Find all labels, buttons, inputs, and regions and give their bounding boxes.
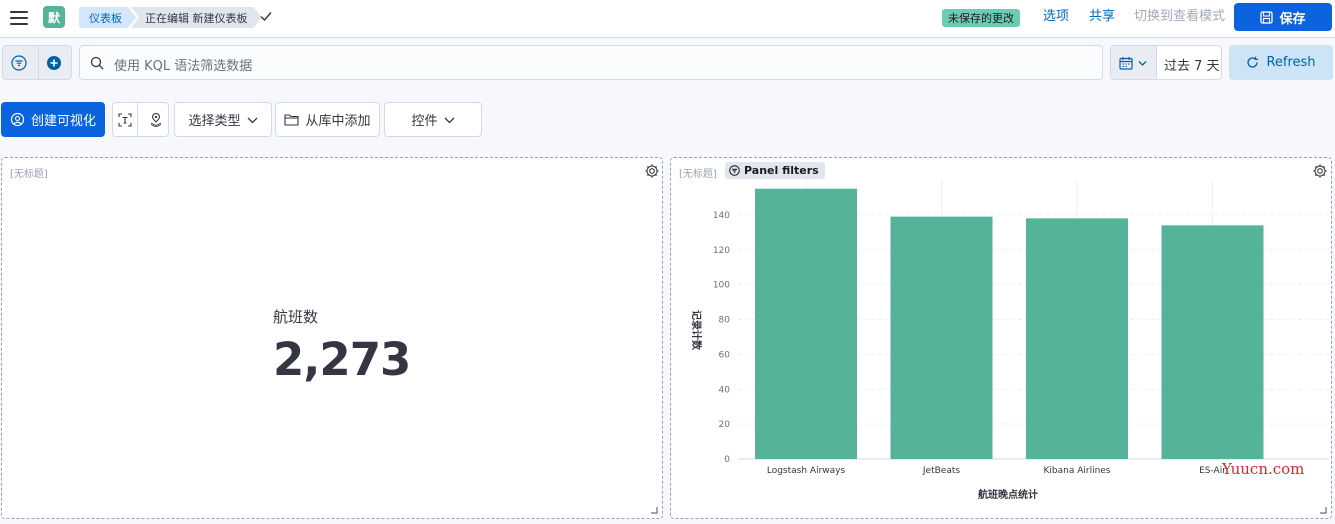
resize-handle[interactable] [650,506,658,514]
search-input[interactable]: 使用 KQL 语法筛选数据 [79,45,1103,80]
save-button-label: 保存 [1279,11,1306,27]
controls-button[interactable]: 控件 [384,102,482,137]
panel-filters-badge[interactable]: Panel filters [725,162,825,179]
calendar-icon [1119,57,1133,70]
chevron-down-icon [444,117,454,123]
select-type-button[interactable]: 选择类型 [174,102,272,137]
chevron-down-icon [1138,61,1147,66]
y-tick-label: 40 [719,385,731,395]
check-icon[interactable] [259,9,273,23]
create-visualization-label: 创建可视化 [30,114,96,129]
divider [38,46,39,79]
quick-add-group [112,102,169,137]
menu-icon[interactable] [10,9,28,27]
refresh-label: Refresh [1266,55,1316,70]
map-pin-icon [150,112,161,127]
add-from-library-button[interactable]: 从库中添加 [275,102,380,137]
refresh-icon [1247,56,1259,68]
panel-title: [无标题] [10,169,48,180]
add-from-library-label: 从库中添加 [305,114,371,129]
space-avatar[interactable]: 默 [43,6,65,28]
chevron-down-icon [247,117,257,123]
folder-icon [284,114,300,126]
filter-menu-icon[interactable] [11,55,27,71]
resize-handle[interactable] [1319,506,1327,514]
select-type-label: 选择类型 [188,114,241,129]
y-axis-title: 记录计数 [690,310,703,351]
bar [1161,225,1264,459]
x-tick-label: JetBeats [922,466,960,476]
search-placeholder: 使用 KQL 语法筛选数据 [114,59,253,74]
add-map-button[interactable] [144,103,168,136]
gear-icon[interactable] [644,163,660,179]
y-tick-label: 80 [719,316,731,326]
date-picker[interactable]: 过去 7 天 [1110,45,1222,80]
unsaved-changes-badge: 未保存的更改 [942,9,1020,27]
y-tick-label: 0 [724,455,730,465]
breadcrumb-dashboards[interactable]: 仪表板 [79,7,136,28]
save-icon [1260,10,1274,24]
metric-label: 航班数 [273,308,319,326]
chart-bars [755,188,1264,459]
metric-panel: [无标题] 航班数 2,273 [1,157,663,519]
controls-label: 控件 [411,114,438,129]
create-visualization-button[interactable]: 创建可视化 [1,102,105,137]
panel-filters-label: Panel filters [744,164,819,177]
x-tick-label: Kibana Airlines [1044,466,1111,476]
switch-view-mode-link[interactable]: 切换到查看模式 [1134,8,1225,26]
x-tick-label: Logstash Airways [767,466,846,476]
y-tick-label: 20 [719,420,731,430]
filter-button-group [2,45,72,80]
bar [755,188,857,459]
bar [890,216,993,459]
lens-icon [10,112,25,127]
quick-menu-button[interactable] [1111,46,1157,79]
metric-value: 2,273 [273,333,411,386]
y-tick-label: 140 [713,211,730,221]
options-link[interactable]: 选项 [1043,8,1069,26]
search-icon [90,56,104,70]
add-text-button[interactable] [113,103,138,136]
panel-title: [无标题] [679,169,717,180]
x-axis-title: 航班晚点统计 [978,488,1038,501]
y-tick-label: 100 [713,281,730,291]
refresh-button[interactable]: Refresh [1229,45,1333,80]
text-icon [118,112,132,127]
breadcrumb-current: 正在编辑 新建仪表板 [131,7,262,28]
y-tick-label: 120 [713,246,730,256]
share-link[interactable]: 共享 [1089,8,1115,26]
y-tick-label: 60 [719,350,731,360]
add-filter-icon[interactable] [46,55,62,71]
bar [1026,218,1128,459]
watermark-text: Yuucn.com [1222,460,1305,478]
top-header: 默 仪表板 正在编辑 新建仪表板 未保存的更改 选项 共享 切换到查看模式 保存 [0,0,1335,38]
date-range-text[interactable]: 过去 7 天 [1164,55,1220,74]
filter-icon [729,165,740,176]
gear-icon[interactable] [1312,163,1328,179]
save-button[interactable]: 保存 [1234,3,1332,31]
